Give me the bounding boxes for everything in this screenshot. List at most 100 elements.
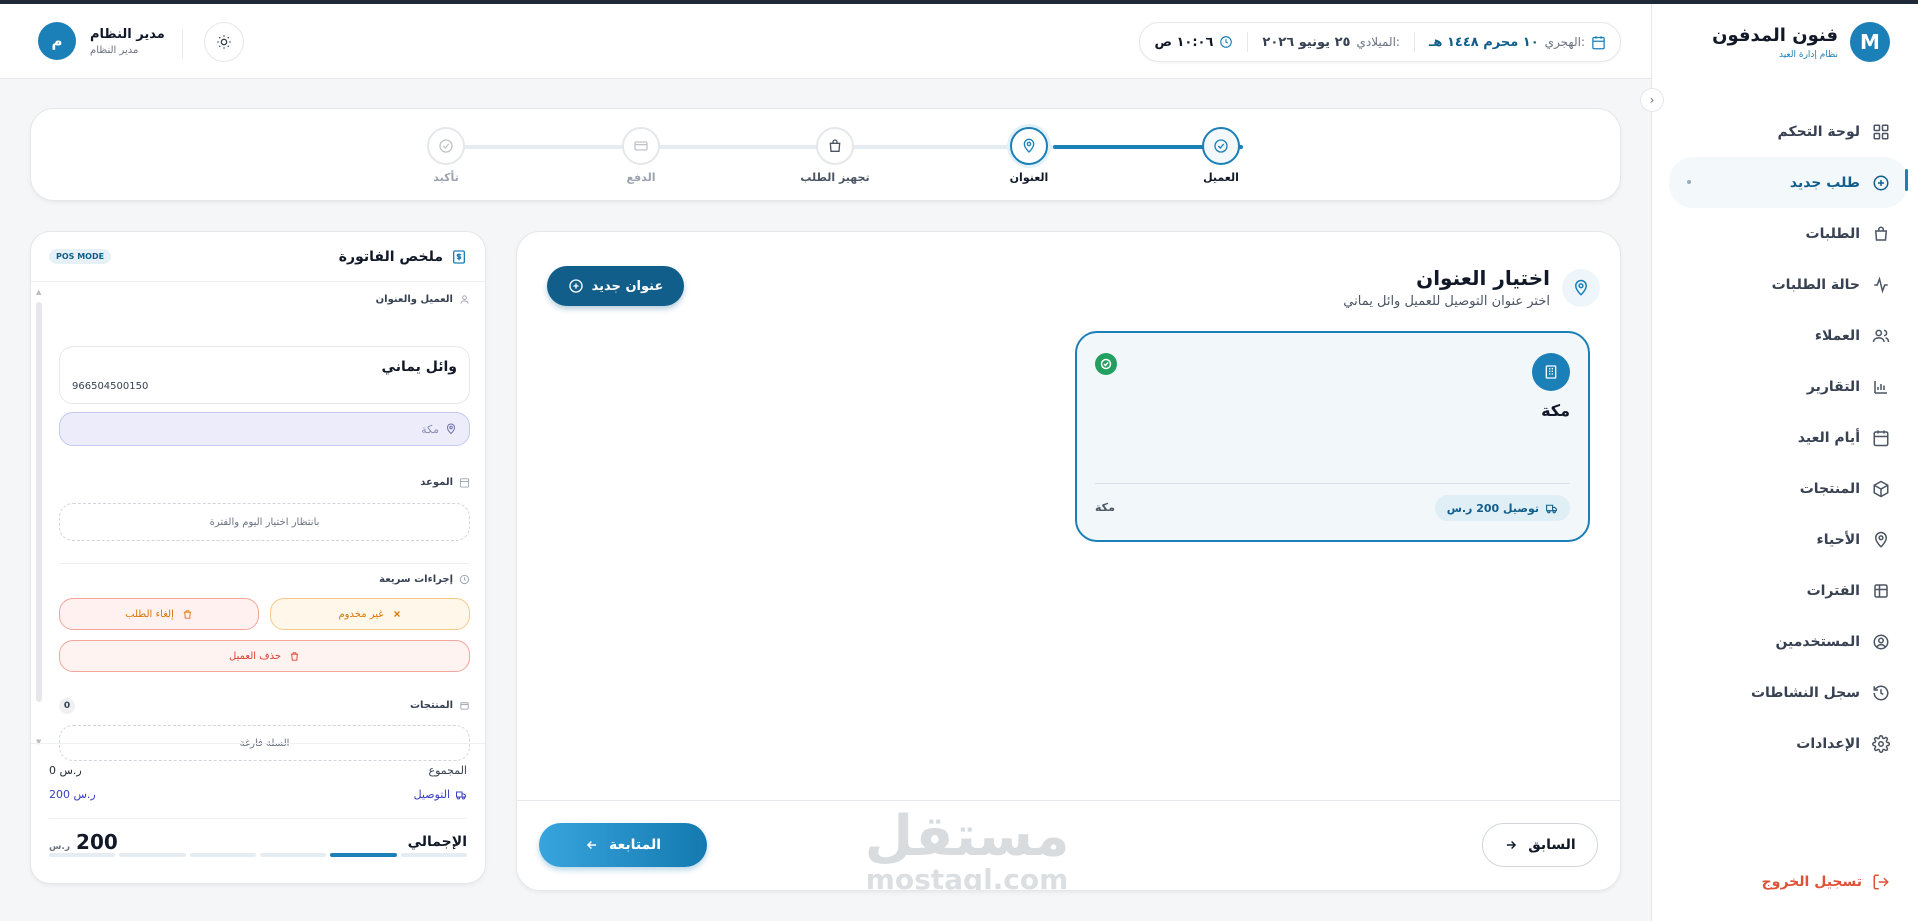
products-count-badge: 0 bbox=[59, 698, 75, 714]
quick-actions-label: إجراءات سريعة bbox=[379, 574, 470, 585]
sidebar-item-chart[interactable]: التقارير bbox=[1651, 361, 1918, 412]
sidebar-item-calendar[interactable]: أيام العيد bbox=[1651, 412, 1918, 463]
chevron-right-icon: › bbox=[1649, 93, 1655, 107]
step-3[interactable]: تجهيز الطلب bbox=[795, 127, 875, 184]
sidebar-item-activity[interactable]: حالة الطلبات bbox=[1651, 259, 1918, 310]
gear-icon bbox=[1872, 734, 1890, 753]
clock-icon bbox=[1874, 583, 1888, 598]
gregorian-date: ٢٥ يونيو ٢٠٢٦ bbox=[1262, 34, 1351, 50]
step-2[interactable]: العنوان bbox=[989, 127, 1069, 184]
delivery-value: 200 ر.س bbox=[49, 788, 96, 801]
bag-icon bbox=[1874, 226, 1888, 241]
address-city: مكة bbox=[1095, 501, 1115, 514]
building-icon bbox=[1532, 353, 1570, 391]
subtotal-label: المجموع bbox=[428, 764, 467, 777]
appointment-placeholder[interactable]: بانتظار اختيار اليوم والفترة bbox=[59, 503, 470, 541]
address-card-selected[interactable]: مكة توصيل 200 ر.س مكة bbox=[1075, 331, 1590, 542]
sidebar-item-gear[interactable]: الإعدادات bbox=[1651, 718, 1918, 769]
selected-address-field[interactable]: مكة bbox=[59, 412, 470, 446]
step-1[interactable]: العميل bbox=[1181, 127, 1261, 184]
close-icon bbox=[393, 611, 400, 617]
order-progress-bar bbox=[49, 853, 467, 857]
selected-address-text: مكة bbox=[421, 422, 439, 436]
sidebar-item-bag[interactable]: الطلبات bbox=[1651, 208, 1918, 259]
hijri-label: الهجري: bbox=[1544, 35, 1585, 49]
map-pin-icon bbox=[446, 423, 456, 435]
sidebar-item-label: طلب جديد bbox=[1789, 174, 1860, 191]
sidebar-item-box[interactable]: المنتجات bbox=[1651, 463, 1918, 514]
pos-mode-badge: POS MODE bbox=[49, 249, 112, 264]
sidebar-item-history[interactable]: سجل النشاطات bbox=[1651, 667, 1918, 718]
page-subtitle: اختر عنوان التوصيل للعميل وائل يماني bbox=[1343, 294, 1550, 309]
products-section-label: المنتجات bbox=[410, 700, 470, 711]
subtotal-value: 0 ر.س bbox=[49, 764, 82, 777]
top-header: الهجري: ١٠ محرم ١٤٤٨ هـ الميلادي: ٢٥ يون… bbox=[0, 4, 1651, 79]
customer-card[interactable]: وائل يماني 966504500150 bbox=[59, 346, 470, 404]
total-currency: ر.س bbox=[49, 842, 71, 852]
new-address-button[interactable]: عنوان جديد bbox=[547, 266, 684, 306]
brand-logo: M bbox=[1850, 22, 1890, 62]
credit-card-icon bbox=[634, 141, 648, 151]
sidebar-item-label: أيام العيد bbox=[1797, 429, 1860, 446]
continue-label: المتابعة bbox=[608, 837, 662, 853]
sidebar-item-dashboard[interactable]: لوحة التحكم bbox=[1651, 106, 1918, 157]
delivery-fee-badge: توصيل 200 ر.س bbox=[1434, 495, 1570, 521]
sidebar-item-plus-circle[interactable]: طلب جديد bbox=[1669, 157, 1908, 208]
step-5[interactable]: تأكيد bbox=[406, 127, 486, 184]
customer-section-label: العميل والعنوان bbox=[376, 294, 470, 305]
progress-segment bbox=[119, 853, 186, 857]
cancel-order-button[interactable]: إلغاء الطلب bbox=[59, 598, 259, 630]
sidebar-item-label: الفترات bbox=[1806, 582, 1860, 599]
invoice-icon bbox=[453, 249, 465, 264]
delete-customer-button[interactable]: حذف العميل bbox=[59, 640, 470, 672]
sidebar-item-label: المستخدمين bbox=[1775, 633, 1860, 650]
check-circle-icon bbox=[1214, 139, 1228, 153]
watermark: مستقل mostaql.com bbox=[864, 804, 1070, 891]
sun-icon bbox=[217, 35, 231, 49]
theme-toggle-button[interactable] bbox=[204, 22, 244, 62]
user-menu[interactable]: م مدير النظام مدير النظام bbox=[38, 22, 165, 60]
truck-icon bbox=[1546, 504, 1557, 513]
invoice-scrollbar[interactable]: ▲ ▼ bbox=[36, 288, 42, 746]
sidebar-item-label: الطلبات bbox=[1805, 225, 1860, 242]
sidebar-item-user-circle[interactable]: المستخدمين bbox=[1651, 616, 1918, 667]
brand-subtitle: نظام إدارة العيد bbox=[1778, 49, 1838, 60]
sidebar-item-label: العملاء bbox=[1814, 327, 1860, 344]
plus-circle-icon bbox=[1873, 175, 1889, 190]
sidebar-item-label: الإعدادات bbox=[1796, 735, 1860, 752]
step-label: العميل bbox=[1203, 171, 1239, 184]
sidebar-item-users[interactable]: العملاء bbox=[1651, 310, 1918, 361]
previous-label: السابق bbox=[1528, 837, 1576, 853]
invoice-title: ملخص الفاتورة bbox=[338, 248, 443, 265]
calendar-icon bbox=[459, 478, 470, 488]
logout-button[interactable]: تسجيل الخروج bbox=[1762, 873, 1890, 891]
total-value-group: ر.س 200 bbox=[49, 830, 118, 854]
activity-icon bbox=[1874, 275, 1888, 294]
map-pin-icon bbox=[1874, 531, 1888, 548]
address-name: مكة bbox=[1541, 401, 1570, 420]
calendar-icon bbox=[1592, 35, 1605, 49]
previous-button[interactable]: السابق bbox=[1482, 823, 1598, 867]
step-label: تجهيز الطلب bbox=[800, 171, 870, 184]
avatar: م bbox=[38, 22, 76, 60]
mark-unserved-button[interactable]: غير مخدوم bbox=[270, 598, 470, 630]
continue-button[interactable]: المتابعة bbox=[539, 823, 707, 867]
plus-circle-icon bbox=[568, 279, 583, 293]
history-icon bbox=[1873, 685, 1889, 700]
sidebar-item-map-pin[interactable]: الأحياء bbox=[1651, 514, 1918, 565]
sidebar-item-label: التقارير bbox=[1806, 378, 1860, 395]
step-4[interactable]: الدفع bbox=[601, 127, 681, 184]
trash-icon bbox=[290, 651, 299, 661]
step-label: العنوان bbox=[1009, 171, 1049, 184]
progress-segment bbox=[259, 853, 327, 857]
delivery-fee-text: توصيل 200 ر.س bbox=[1446, 501, 1539, 515]
progress-segment bbox=[400, 853, 467, 857]
arrow-left-icon bbox=[586, 840, 597, 850]
sidebar-item-clock[interactable]: الفترات bbox=[1651, 565, 1918, 616]
current-time: ١٠:٠٦ ص bbox=[1154, 34, 1214, 50]
sidebar-item-label: المنتجات bbox=[1799, 480, 1860, 497]
clock-icon bbox=[459, 574, 470, 585]
box-icon bbox=[460, 702, 469, 710]
total-value: 200 bbox=[76, 830, 118, 854]
step-label: تأكيد bbox=[433, 171, 459, 184]
